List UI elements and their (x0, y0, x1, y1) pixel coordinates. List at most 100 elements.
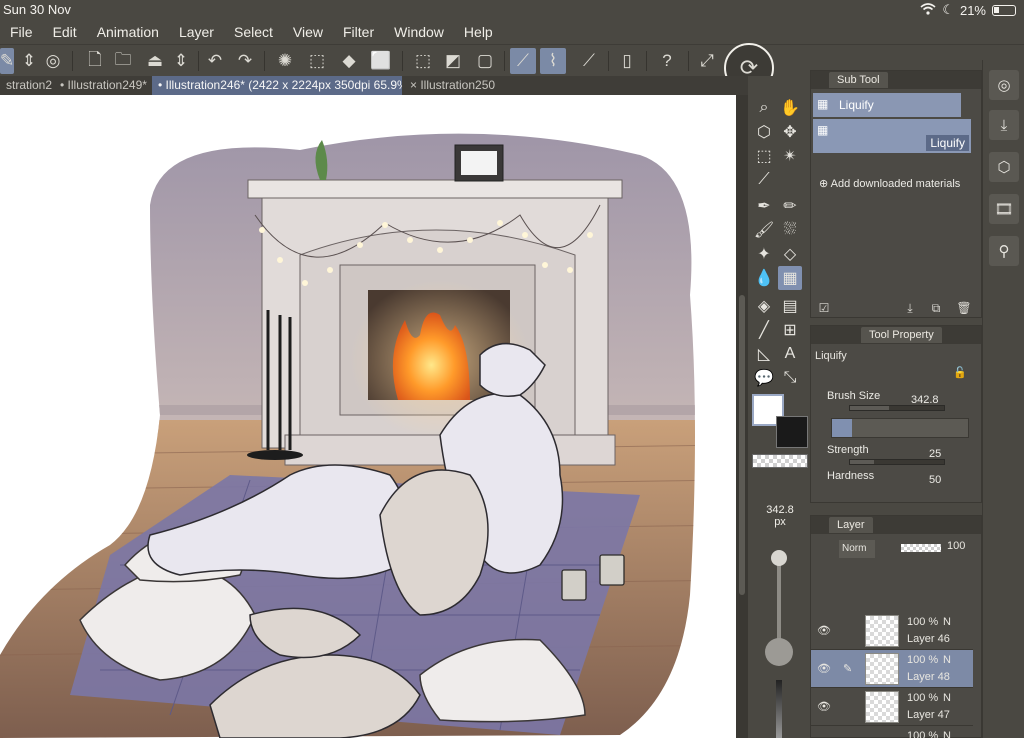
canvas[interactable] (0, 95, 736, 738)
menu-filter[interactable]: Filter (333, 24, 384, 40)
lock-icon[interactable]: 🔓 (953, 366, 967, 379)
layer-row[interactable]: 👁 100 % N Layer 46 (811, 612, 973, 650)
add-materials-button[interactable]: ⊕ Add downloaded materials (819, 177, 960, 190)
select-layer-icon[interactable]: ◩ (440, 48, 466, 74)
airbrush-icon[interactable]: ⛆ (778, 218, 802, 242)
loading-icon[interactable]: ✺ (272, 48, 298, 74)
brush-snap-icon[interactable]: ⌇ (540, 48, 566, 74)
ruler-snap-icon[interactable]: ⟋ (510, 48, 536, 74)
pen-icon[interactable]: ✒ (752, 194, 776, 218)
download-icon[interactable]: ⤓ (901, 299, 919, 317)
menu-file[interactable]: File (0, 24, 43, 40)
duplicate-icon[interactable]: ⧉ (927, 299, 945, 317)
ruler-tool-icon[interactable]: ◺ (752, 342, 776, 366)
eye-icon[interactable]: 👁 (817, 624, 831, 637)
clear-selection-icon[interactable]: ⬚ (304, 48, 330, 74)
import-icon[interactable]: ⤓ (989, 110, 1019, 140)
layer-title[interactable]: Layer (829, 517, 873, 533)
updown-icon-2[interactable]: ⇕ (168, 48, 194, 74)
search-layer-icon[interactable]: ⚲ (989, 236, 1019, 266)
menu-layer[interactable]: Layer (169, 24, 224, 40)
ruler-icon[interactable]: ⟋ (576, 48, 602, 74)
hardness-value[interactable]: 50 (929, 474, 941, 486)
line-icon[interactable]: ╱ (752, 318, 776, 342)
scroll-thumb[interactable] (739, 295, 745, 595)
hide-selection-icon[interactable]: ⬚ (410, 48, 436, 74)
artwork-illustration (0, 133, 695, 738)
correct-line-icon[interactable]: ⤡ (778, 366, 802, 390)
subtool-settings-icon[interactable]: ☑ (815, 299, 833, 317)
opacity-slider[interactable] (776, 680, 782, 738)
menu-select[interactable]: Select (224, 24, 283, 40)
opacity-bar[interactable] (901, 544, 941, 552)
device-icon[interactable]: ▯ (614, 48, 640, 74)
fullscreen-icon[interactable]: ⤢ (694, 48, 720, 74)
export-icon[interactable]: ⏏ (142, 48, 168, 74)
liquify-icon[interactable]: ▦ (778, 266, 802, 290)
gradient-icon[interactable]: ▤ (778, 294, 802, 318)
tab-illustration249[interactable]: • Illustration249* (54, 76, 150, 95)
transform-icon[interactable]: ⬜ (368, 48, 394, 74)
frame-icon[interactable]: ⊞ (778, 318, 802, 342)
tab-illustration246[interactable]: • Illustration246* (2422 x 2224px 350dpi… (152, 76, 402, 95)
help-icon[interactable]: ? (654, 48, 680, 74)
menu-help[interactable]: Help (454, 24, 503, 40)
menu-edit[interactable]: Edit (43, 24, 87, 40)
zoom-icon[interactable]: ⌕ (752, 96, 776, 120)
subtool-item-liquify-selected[interactable]: ▦ Liquify (813, 119, 971, 153)
open-folder-icon[interactable]: 🗀 (110, 48, 136, 74)
move-icon[interactable]: ✥ (778, 120, 802, 144)
eye-icon[interactable]: 👁 (817, 700, 831, 713)
layer-property-icon[interactable]: ⬡ (989, 152, 1019, 182)
blend-mode-select[interactable]: Norm (839, 540, 875, 558)
balloon-icon[interactable]: 💬 (752, 366, 776, 390)
size-slider-knob[interactable] (771, 550, 787, 566)
redo-icon[interactable]: ↷ (232, 48, 258, 74)
trash-icon[interactable]: 🗑 (955, 299, 973, 317)
tab-illustration248[interactable]: stration248* (0, 76, 52, 95)
hand-icon[interactable]: ✋ (778, 96, 802, 120)
transparent-color-swatch[interactable] (752, 454, 808, 468)
tab-illustration250[interactable]: × Illustration250 (404, 76, 504, 95)
menu-animation[interactable]: Animation (87, 24, 169, 40)
fill-bucket-icon[interactable]: ◈ (752, 294, 776, 318)
selection-icon[interactable]: ⬚ (752, 144, 776, 168)
menu-view[interactable]: View (283, 24, 333, 40)
subtool-item-liquify[interactable]: ▦ Liquify (813, 93, 961, 117)
magic-wand-icon[interactable]: ✴ (778, 144, 802, 168)
liquify-mode-selector[interactable] (831, 418, 969, 438)
layer-row[interactable]: 100 % N (811, 726, 973, 738)
eyedropper-icon[interactable]: ⟋ (752, 168, 776, 192)
tool-property-title[interactable]: Tool Property (861, 327, 942, 343)
strength-slider[interactable] (849, 459, 945, 465)
pencil-icon[interactable]: ✏ (778, 194, 802, 218)
eye-icon[interactable]: 👁 (817, 662, 831, 675)
layer-opacity-value[interactable]: 100 (947, 540, 965, 552)
text-icon[interactable]: A (778, 342, 802, 366)
selection-border-icon[interactable]: ▢ (472, 48, 498, 74)
new-file-icon[interactable]: 🗋 (82, 48, 108, 74)
updown-icon[interactable]: ⇕ (16, 48, 42, 74)
clip-studio-icon[interactable]: ◎ (40, 48, 66, 74)
sub-color-swatch[interactable] (776, 416, 808, 448)
decoration-icon[interactable]: ✦ (752, 242, 776, 266)
sub-tool-title[interactable]: Sub Tool (829, 72, 888, 88)
layer-thumbnail (865, 691, 899, 723)
mode-push-icon[interactable] (832, 419, 852, 437)
animation-icon[interactable]: 🎞 (989, 194, 1019, 224)
pen-mode-icon[interactable]: ✎ (0, 48, 14, 74)
layer-row[interactable]: 👁 ✎ 100 % N Layer 48 (811, 650, 973, 688)
brush-icon[interactable]: 🖌 (752, 218, 776, 242)
fill-icon[interactable]: ◆ (336, 48, 362, 74)
blend-icon[interactable]: 💧 (752, 266, 776, 290)
3d-object-icon[interactable]: ⬡ (752, 120, 776, 144)
menu-window[interactable]: Window (384, 24, 454, 40)
sub-tool-panel: Sub Tool ▦ Liquify ▦ Liquify ⊕ Add downl… (810, 70, 982, 318)
navigator-icon[interactable]: ◎ (989, 70, 1019, 100)
eraser-icon[interactable]: ◇ (778, 242, 802, 266)
canvas-scrollbar[interactable] (736, 95, 748, 738)
undo-icon[interactable]: ↶ (202, 48, 228, 74)
layer-row[interactable]: 👁 100 % N Layer 47 (811, 688, 973, 726)
wifi-icon (920, 2, 936, 18)
brush-size-slider[interactable] (849, 405, 945, 411)
